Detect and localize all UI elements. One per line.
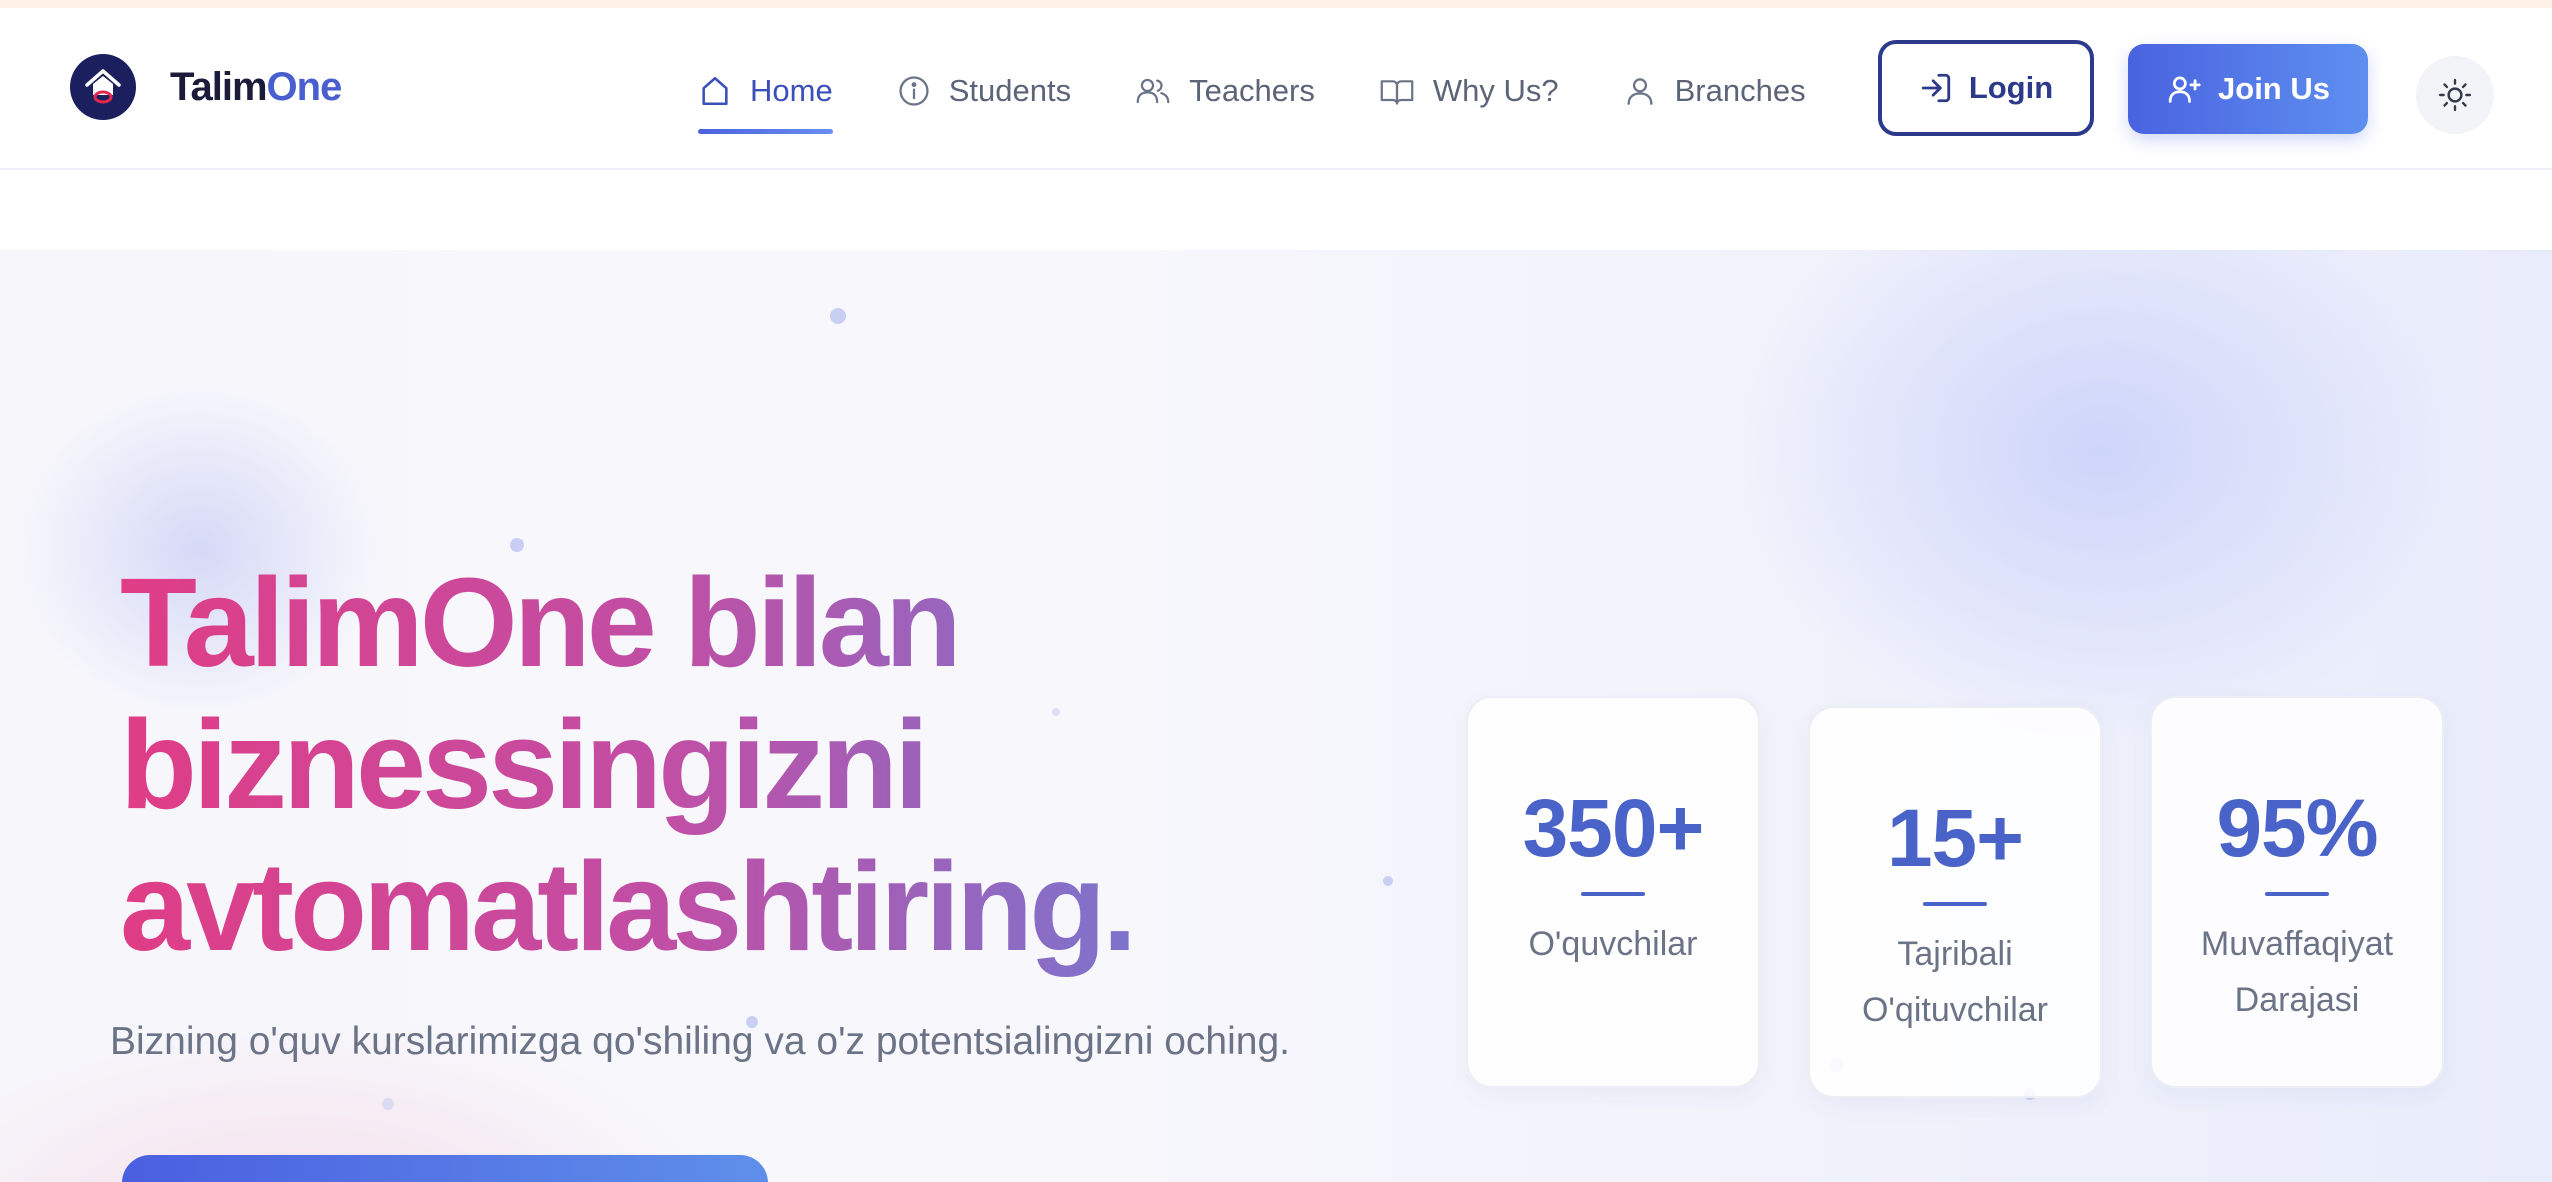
- nav-label-students: Students: [948, 73, 1072, 108]
- logo-icon: [70, 54, 136, 120]
- decorative-dot: [1383, 876, 1393, 886]
- hero-headline: TalimOne bilan biznessingizni avtomatlas…: [120, 552, 1360, 978]
- nav-item-home[interactable]: Home: [698, 48, 833, 134]
- site-header: TalimOne Home Students Teachers Why Us? …: [0, 8, 2552, 170]
- stat-label: Tajribali O'qituvchilar: [1861, 935, 2048, 1029]
- sun-icon: [2438, 78, 2472, 112]
- user-icon: [1627, 78, 1653, 105]
- hero-headline-line2: biznessingizni: [120, 694, 926, 835]
- brand[interactable]: TalimOne: [70, 54, 343, 120]
- brand-name-part2: One: [266, 64, 343, 109]
- nav-item-branches[interactable]: Branches: [1623, 48, 1806, 134]
- stat-divider: [1581, 892, 1645, 896]
- stat-label: Muvaffaqiyat Darajasi: [2200, 925, 2394, 1019]
- stat-divider: [2265, 892, 2329, 896]
- hero-subtext: Bizning o'quv kurslarimizga qo'shiling v…: [110, 1020, 1290, 1063]
- stat-label: O'quvchilar: [1528, 925, 1698, 963]
- nav-label-teachers: Teachers: [1189, 73, 1315, 108]
- nav-label-why-us: Why Us?: [1432, 73, 1559, 108]
- users-icon: [1136, 78, 1170, 104]
- login-label: Login: [1968, 70, 2054, 105]
- decorative-dot: [830, 308, 846, 324]
- stat-divider: [1923, 902, 1987, 906]
- hero-cta-button[interactable]: [122, 1155, 768, 1182]
- stat-card-teachers: 15+ Tajribali O'qituvchilar: [1808, 706, 2102, 1098]
- brand-name-part1: Talim: [170, 64, 268, 109]
- join-us-label: Join Us: [2218, 71, 2330, 106]
- login-button[interactable]: Login: [1878, 40, 2094, 136]
- hero-headline-line1: TalimOne bilan: [120, 552, 958, 693]
- info-icon: [899, 76, 929, 106]
- stat-card-students: 350+ O'quvchilar: [1466, 696, 1760, 1088]
- stat-value: 15+: [1886, 793, 2024, 884]
- nav-item-students[interactable]: Students: [897, 48, 1071, 134]
- theme-toggle-button[interactable]: [2416, 56, 2494, 134]
- book-open-icon: [1380, 80, 1414, 105]
- join-us-button[interactable]: Join Us: [2128, 44, 2368, 134]
- stat-value: 350+: [1522, 783, 1705, 874]
- nav-label-branches: Branches: [1674, 73, 1806, 108]
- stat-card-success-rate: 95% Muvaffaqiyat Darajasi: [2150, 696, 2444, 1088]
- brand-name: TalimOne: [170, 64, 343, 110]
- nav-label-home: Home: [750, 73, 833, 108]
- stat-value: 95%: [2216, 783, 2378, 874]
- login-icon: [1921, 73, 1950, 103]
- main-nav: Home Students Teachers Why Us? Branches: [698, 48, 1806, 134]
- user-plus-icon: [2168, 76, 2201, 103]
- decorative-dot: [510, 538, 524, 552]
- nav-item-why-us[interactable]: Why Us?: [1379, 48, 1559, 134]
- hero-headline-line3: avtomatlashtiring.: [120, 836, 1134, 977]
- nav-item-teachers[interactable]: Teachers: [1135, 48, 1315, 134]
- hero-section: TalimOne bilan biznessingizni avtomatlas…: [0, 250, 2552, 1182]
- home-icon: [702, 76, 728, 106]
- decorative-dot: [382, 1098, 394, 1110]
- top-accent-strip: [0, 0, 2552, 8]
